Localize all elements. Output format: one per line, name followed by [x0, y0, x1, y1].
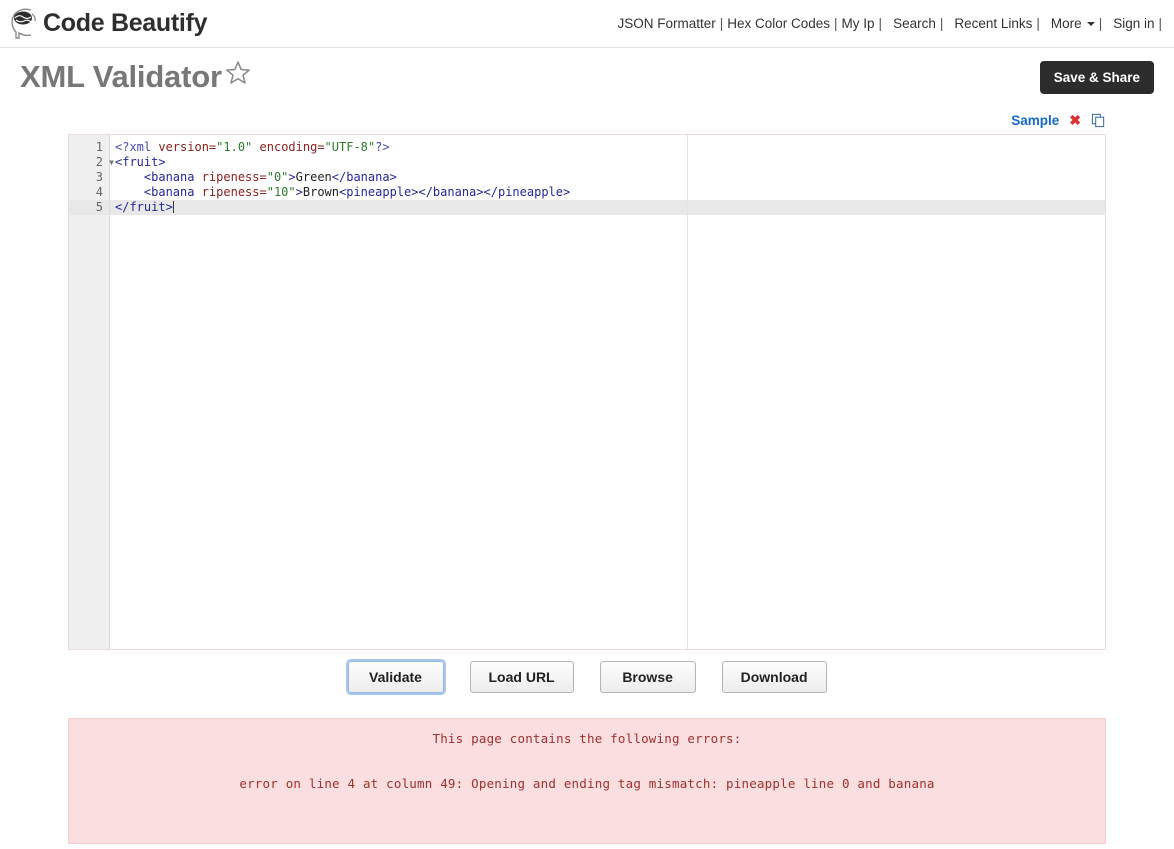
nav-item-recent-links[interactable]: Recent Links | [954, 16, 1044, 31]
code-token: </banana> [418, 185, 484, 199]
nav-separator: | [1158, 16, 1162, 31]
line-number-label: 4 [95, 185, 103, 199]
code-line: <banana ripeness="10">Brown<pineapple></… [110, 185, 1105, 200]
nav-separator: | [939, 16, 944, 31]
code-token: ripeness= [201, 170, 267, 184]
xml-code-editor[interactable]: 1 2 ▼ 3 4 5 <?xml version="1.0" encoding… [68, 134, 1106, 650]
code-token: </pineapple> [483, 185, 571, 199]
nav-item-my-ip[interactable]: My Ip | [842, 16, 887, 31]
line-number-label: 2 [95, 155, 103, 169]
error-panel-title: This page contains the following errors: [432, 731, 742, 746]
code-line: <?xml version="1.0" encoding="UTF-8"?> [110, 140, 1105, 155]
code-token: Brown [302, 185, 339, 199]
sample-link[interactable]: Sample [1011, 113, 1059, 128]
page-title: XML Validator [20, 59, 252, 95]
code-token: </fruit> [115, 200, 173, 214]
line-number: 3 [69, 170, 109, 185]
editor-line-number-gutter: 1 2 ▼ 3 4 5 [69, 135, 114, 649]
chevron-down-icon [1086, 21, 1095, 26]
nav-item-hex-color-codes[interactable]: Hex Color Codes | [727, 16, 841, 31]
line-number: 4 [69, 185, 109, 200]
error-panel-message: error on line 4 at column 49: Opening an… [239, 776, 935, 791]
close-x-icon[interactable]: ✖ [1069, 113, 1081, 127]
text-cursor [172, 201, 174, 213]
code-token: <banana [143, 170, 202, 184]
code-token: ripeness= [201, 185, 267, 199]
nav-link-label[interactable]: JSON Formatter [617, 16, 715, 31]
brand-logo-link[interactable]: Code Beautify [8, 6, 207, 42]
nav-item-search[interactable]: Search | [893, 16, 947, 31]
line-number-label: 1 [95, 140, 103, 154]
code-token: <pineapple> [339, 185, 419, 199]
validation-error-panel: This page contains the following errors:… [68, 718, 1106, 844]
nav-link-label[interactable]: My Ip [842, 16, 875, 31]
nav-link-label[interactable]: Recent Links [954, 16, 1032, 31]
copy-clipboard-icon[interactable] [1091, 113, 1106, 128]
nav-link-label[interactable]: More [1051, 16, 1082, 31]
code-token: version= [158, 140, 217, 154]
site-header: Code Beautify JSON Formatter | Hex Color… [0, 0, 1174, 48]
code-token: > [295, 185, 303, 199]
page-title-text: XML Validator [20, 59, 222, 94]
nav-link-label[interactable]: Sign in [1113, 16, 1154, 31]
line-number-label: 3 [95, 170, 103, 184]
nav-separator: | [878, 16, 883, 31]
nav-separator: | [719, 16, 724, 31]
validate-button[interactable]: Validate [345, 659, 446, 695]
line-number-label: 5 [95, 200, 103, 214]
nav-link-label[interactable]: Search [893, 16, 936, 31]
code-token: "10" [266, 185, 296, 199]
code-line: <banana ripeness="0">Green</banana> [110, 170, 1105, 185]
brand-name: Code Beautify [43, 9, 208, 37]
editor-toolbar: Sample ✖ [0, 106, 1174, 134]
code-token: <fruit> [115, 155, 166, 169]
line-number-active: 5 [69, 200, 109, 215]
page-title-row: XML Validator Save & Share [0, 48, 1174, 106]
nav-item-sign-in[interactable]: Sign in | [1113, 16, 1166, 31]
line-number: 1 [69, 140, 109, 155]
browse-button[interactable]: Browse [599, 661, 696, 693]
code-token: "1.0" [216, 140, 253, 154]
code-token: "0" [266, 170, 289, 184]
editor-text-area[interactable]: <?xml version="1.0" encoding="UTF-8"?> <f… [110, 135, 1105, 649]
top-navigation: JSON Formatter | Hex Color Codes | My Ip… [617, 16, 1166, 31]
nav-item-json-formatter[interactable]: JSON Formatter | [617, 16, 727, 31]
nav-item-more[interactable]: More | [1051, 16, 1106, 31]
code-token: ?> [375, 140, 390, 154]
line-number: 2 ▼ [69, 155, 114, 170]
code-token: encoding= [259, 140, 325, 154]
code-token: </banana> [331, 170, 397, 184]
code-line: <fruit> [110, 155, 1105, 170]
code-token: <?xml [115, 140, 159, 154]
nav-separator: | [1098, 16, 1103, 31]
nav-separator: | [1036, 16, 1040, 31]
editor-column-divider [687, 135, 688, 649]
nav-separator: | [834, 16, 838, 31]
load-url-button[interactable]: Load URL [469, 661, 574, 693]
nav-link-label[interactable]: Hex Color Codes [727, 16, 830, 31]
star-outline-icon[interactable] [224, 59, 252, 95]
action-button-row: Validate Load URL Browse Download [0, 650, 1174, 704]
code-token: > [288, 170, 296, 184]
code-token: Green [295, 170, 332, 184]
code-token: "UTF-8" [324, 140, 376, 154]
code-token: <banana [143, 185, 202, 199]
save-and-share-button[interactable]: Save & Share [1039, 60, 1154, 94]
code-line: </fruit> [110, 200, 1105, 215]
download-button[interactable]: Download [721, 661, 827, 693]
brain-head-logo-icon [8, 6, 42, 42]
